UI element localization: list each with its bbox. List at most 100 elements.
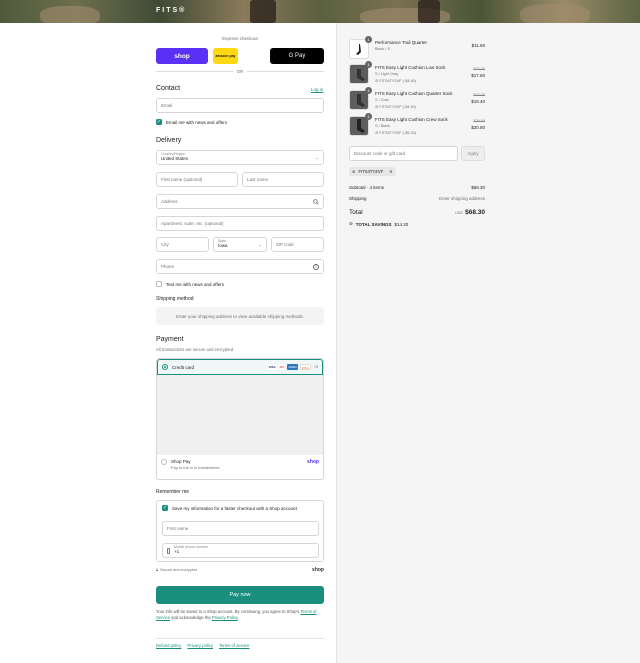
tag-icon: ⊘	[349, 221, 353, 226]
divider-line	[247, 71, 324, 72]
product-variant: S / Light Gray	[375, 72, 399, 76]
brand-logo[interactable]: FITS®	[156, 7, 186, 14]
news-label: Email me with news and offers	[166, 119, 227, 125]
product-old-price: $22.00	[473, 67, 485, 71]
radio-unselected-icon[interactable]	[161, 459, 167, 465]
quantity-badge: 1	[365, 113, 372, 120]
privacy-policy-link[interactable]: Privacy policy	[187, 643, 213, 648]
apartment-placeholder: Apartment, suite, etc. (optional)	[161, 221, 224, 226]
remove-discount-icon[interactable]: ✕	[389, 169, 393, 174]
save-info-label: Save my information for a faster checkou…	[172, 505, 297, 511]
country-select[interactable]: Country/Region United States ⌄	[156, 150, 324, 165]
shop-pay-option[interactable]: Shop Pay Pay in full or in installments …	[157, 455, 323, 479]
cart-item: 1 FITS Easy Light Cushion Low Sock S / L…	[349, 61, 485, 86]
login-link[interactable]: Log in	[311, 87, 323, 92]
subtotal-label: Subtotal · 4 items	[349, 185, 385, 190]
email-field[interactable]: Email	[156, 98, 324, 113]
mobile-phone-field[interactable]: Mobile phone number +1	[162, 543, 319, 558]
zip-field[interactable]: ZIP code	[271, 237, 324, 252]
phone-field[interactable]: Phone ?	[156, 259, 324, 274]
address-field[interactable]: Address	[156, 194, 324, 209]
hero-rock	[520, 4, 590, 23]
product-price: $17.60	[471, 73, 485, 78]
shop-pay-logo: shop	[307, 459, 319, 465]
footer-divider	[156, 638, 324, 639]
savings-label: TOTAL SAVINGS	[355, 221, 392, 227]
shipping-value: Enter shipping address	[438, 196, 485, 201]
credit-card-option[interactable]: Credit card VISA MC AMEX DISC +3	[157, 359, 323, 375]
product-discount-code: FITS4TYZVF (-$4.60)	[379, 105, 416, 109]
amazon-pay-button[interactable]: amazon pay	[213, 48, 238, 64]
radio-selected-icon[interactable]	[162, 364, 168, 370]
refund-policy-link[interactable]: Refund policy	[156, 643, 181, 648]
product-price: $11.50	[471, 43, 485, 48]
google-pay-label: G Pay	[288, 53, 306, 59]
product-variant: Black / S	[375, 47, 390, 51]
more-cards-label: +3	[314, 365, 318, 369]
last-name-placeholder: Last name	[247, 177, 269, 182]
chevron-down-icon: ⌄	[315, 154, 319, 160]
delivery-heading: Delivery	[156, 137, 182, 144]
discount-tag-code: FITS4TYZVF	[358, 169, 384, 174]
cart-item: 1 FITS Easy Light Cushion Crew Sock S / …	[349, 113, 485, 138]
google-pay-button[interactable]: G Pay	[270, 48, 324, 64]
savings-value: $14.20	[394, 221, 409, 227]
total-label: Total	[349, 209, 363, 216]
legal-text-3: .	[237, 615, 239, 621]
last-name-field[interactable]: Last name	[242, 172, 324, 187]
payment-heading: Payment	[156, 336, 184, 343]
checkbox-checked-icon[interactable]: ✓	[162, 505, 168, 511]
phone-placeholder: Phone	[161, 264, 175, 269]
hero-banner: FITS®	[0, 0, 640, 23]
news-checkbox-row[interactable]: ✓ Email me with news and offers	[156, 119, 227, 125]
shipping-message: Enter your shipping address to view avai…	[156, 307, 324, 325]
total-row: Total USD $68.30	[349, 209, 485, 216]
cart-item: 1 FITS Easy Light Cushion Quarter Sock S…	[349, 87, 485, 112]
product-discount-code: FITS4TYZVF (-$4.40)	[379, 79, 416, 83]
pay-now-label: Pay now	[229, 592, 251, 598]
amazon-pay-label: amazon pay	[215, 54, 236, 58]
mobile-phone-value: +1	[174, 548, 180, 554]
save-info-row[interactable]: ✓ Save my information for a faster check…	[162, 505, 297, 511]
product-discount: ⊘ FITS4TYZVF (-$4.60)	[375, 104, 416, 109]
discount-code-field[interactable]: Discount code or gift card	[349, 146, 458, 161]
apartment-field[interactable]: Apartment, suite, etc. (optional)	[156, 216, 324, 231]
privacy-link[interactable]: Privacy Policy	[212, 615, 238, 620]
discount-placeholder: Discount code or gift card	[354, 151, 406, 156]
product-discount: ⊘ FITS4TYZVF (-$5.20)	[375, 130, 416, 135]
terms-of-service-link[interactable]: Terms of service	[219, 643, 249, 648]
currency-label: USD	[455, 211, 464, 215]
total-value: $68.30	[465, 209, 485, 216]
product-old-price: $23.00	[473, 93, 485, 97]
discover-icon: DISC	[299, 364, 311, 370]
apply-button[interactable]: Apply	[461, 146, 485, 161]
pay-now-button[interactable]: Pay now	[156, 586, 324, 604]
lock-icon: 🔒︎	[156, 568, 159, 572]
checkbox-checked-icon[interactable]: ✓	[156, 119, 162, 125]
subtotal-value: $68.30	[471, 185, 485, 190]
shop-pay-button[interactable]: shop	[156, 48, 208, 64]
legal-text-1: Your info will be saved to a Shop accoun…	[156, 609, 300, 614]
help-icon[interactable]: ?	[313, 263, 319, 270]
quantity-badge: 1	[365, 36, 372, 43]
text-checkbox-row[interactable]: Text me with news and offers	[156, 281, 224, 287]
cart-item: 1 Performance Trail Quarter Black / S $1…	[349, 36, 485, 61]
checkbox-unchecked-icon[interactable]	[156, 281, 162, 287]
first-name-field[interactable]: First name (optional)	[156, 172, 238, 187]
email-placeholder: Email	[161, 103, 173, 108]
state-select[interactable]: State Iowa ⌄	[213, 237, 267, 252]
search-icon	[313, 198, 319, 205]
visa-icon: VISA	[267, 364, 277, 370]
tag-icon: ⊘	[352, 169, 356, 174]
subtotal-row: Subtotal · 4 items $68.30	[349, 185, 485, 190]
city-field[interactable]: City	[156, 237, 209, 252]
product-discount-code: FITS4TYZVF (-$5.20)	[379, 131, 416, 135]
card-fields-area	[157, 375, 323, 455]
product-name: FITS Easy Light Cushion Low Sock	[375, 65, 446, 70]
mastercard-icon: MC	[278, 364, 286, 370]
remember-first-name-field[interactable]: First name	[162, 521, 319, 536]
hero-rock	[40, 6, 100, 23]
divider-line	[156, 71, 233, 72]
contact-heading: Contact	[156, 85, 181, 92]
quantity-badge: 1	[365, 87, 372, 94]
